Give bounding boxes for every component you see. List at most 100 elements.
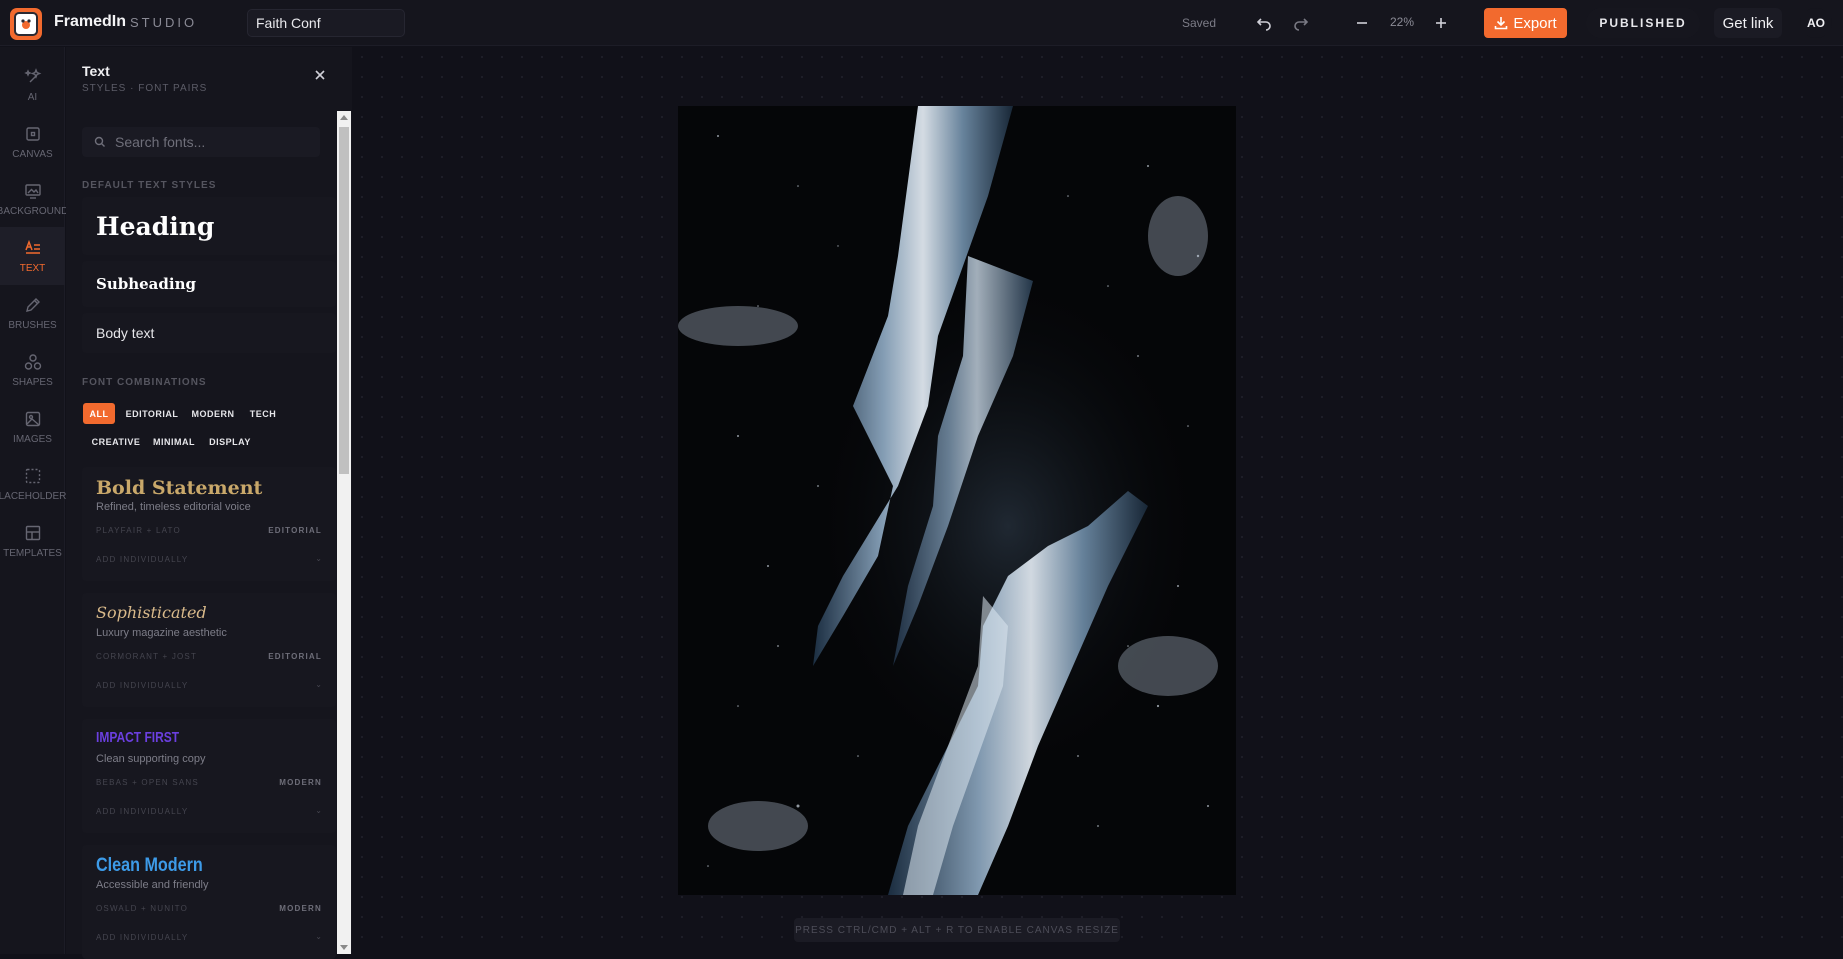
canvas-area[interactable]: PRESS CTRL/CMD + ALT + R TO ENABLE CANVA… <box>352 47 1843 954</box>
rail-label: TEXT <box>19 262 46 274</box>
rail-item-background[interactable]: BACKGROUND <box>0 170 69 228</box>
combo-fonts: CORMORANT + JOST <box>96 652 198 661</box>
rail-label: BRUSHES <box>8 319 57 331</box>
combo-fonts: PLAYFAIR + LATO <box>96 526 181 535</box>
chevron-down-icon[interactable]: ⌄ <box>315 932 322 941</box>
zoom-level: 22% <box>1390 15 1415 29</box>
artboard[interactable] <box>678 106 1236 895</box>
plus-icon <box>1436 18 1446 28</box>
body-style-card[interactable]: Body text <box>82 313 336 353</box>
font-combinations-label: FONT COMBINATIONS <box>82 377 207 388</box>
combo-name: IMPACT FIRST <box>96 729 180 746</box>
save-status: Saved <box>1182 16 1217 30</box>
combo-name: Clean Modern <box>96 855 203 876</box>
combo-desc: Clean supporting copy <box>96 753 206 765</box>
combo-desc: Luxury magazine aesthetic <box>96 627 227 639</box>
filter-chip-all[interactable]: ALL <box>83 403 115 424</box>
download-icon <box>1495 17 1508 30</box>
panel-title: Text <box>82 63 110 79</box>
redo-icon <box>1294 18 1309 31</box>
filter-chip-creative[interactable]: CREATIVE <box>90 431 142 452</box>
published-button[interactable]: PUBLISHED <box>1586 8 1700 38</box>
scrollbar-thumb[interactable] <box>339 127 349 474</box>
combo-category: EDITORIAL <box>268 526 322 535</box>
logo-mark-icon <box>14 12 38 36</box>
rail-item-canvas[interactable]: CANVAS <box>0 113 65 171</box>
scroll-up-icon[interactable] <box>340 115 348 120</box>
export-label: Export <box>1513 14 1557 32</box>
panel-subtitle: STYLES · FONT PAIRS <box>82 83 208 94</box>
rail-item-templates[interactable]: TEMPLATES <box>0 512 65 570</box>
shapes-icon <box>24 353 41 370</box>
tool-rail: AI CANVAS BACKGROUND TEXT BRUSHES SHAPES… <box>0 47 73 954</box>
search-icon <box>94 136 105 147</box>
combo-fonts: BEBAS + OPEN SANS <box>96 778 199 787</box>
combo-card[interactable]: Sophisticated Luxury magazine aesthetic … <box>82 593 336 707</box>
text-panel: Text STYLES · FONT PAIRS DEFAULT TEXT ST… <box>66 47 352 959</box>
rail-label: AI <box>27 91 38 103</box>
rail-item-placeholders[interactable]: PLACEHOLDERS <box>0 455 73 513</box>
square-icon <box>25 126 40 141</box>
zoom-out-button[interactable] <box>1350 11 1374 35</box>
dashed-square-icon <box>25 468 40 483</box>
rail-label: CANVAS <box>12 148 53 160</box>
combo-desc: Accessible and friendly <box>96 879 209 891</box>
rail-item-brushes[interactable]: BRUSHES <box>0 284 65 342</box>
combo-card[interactable]: Clean Modern Accessible and friendly OSW… <box>82 845 336 959</box>
document-title-input[interactable] <box>247 9 405 37</box>
close-panel-button[interactable] <box>312 67 328 83</box>
add-individually-toggle[interactable]: ADD INDIVIDUALLY <box>96 681 188 690</box>
combo-category: MODERN <box>279 904 322 913</box>
combo-desc: Refined, timeless editorial voice <box>96 501 251 513</box>
add-individually-toggle[interactable]: ADD INDIVIDUALLY <box>96 555 188 564</box>
user-avatar[interactable]: AO <box>1800 8 1832 38</box>
rail-item-images[interactable]: IMAGES <box>0 398 65 456</box>
rail-item-text[interactable]: TEXT <box>0 227 65 285</box>
filter-chip-modern[interactable]: MODERN <box>187 403 239 424</box>
filter-chip-display[interactable]: DISPLAY <box>206 431 254 452</box>
filter-chip-minimal[interactable]: MINIMAL <box>148 431 200 452</box>
combo-fonts: OSWALD + NUNITO <box>96 904 189 913</box>
image-frame-icon <box>24 183 41 199</box>
combo-card[interactable]: Bold Statement Refined, timeless editori… <box>82 467 336 581</box>
zoom-in-button[interactable] <box>1429 11 1453 35</box>
combo-category: MODERN <box>279 778 322 787</box>
close-icon <box>315 70 325 80</box>
rail-label: BACKGROUND <box>0 205 69 217</box>
minus-icon <box>1357 22 1367 24</box>
combo-name: Sophisticated <box>96 603 207 622</box>
ice-photo <box>678 106 1236 895</box>
combo-category: EDITORIAL <box>268 652 322 661</box>
filter-chip-tech[interactable]: TECH <box>245 403 281 424</box>
add-individually-toggle[interactable]: ADD INDIVIDUALLY <box>96 807 188 816</box>
chevron-down-icon[interactable]: ⌄ <box>315 554 322 563</box>
pen-icon <box>25 297 40 312</box>
chevron-down-icon[interactable]: ⌄ <box>315 680 322 689</box>
app-logo[interactable] <box>10 8 42 40</box>
subheading-style-card[interactable]: Subheading <box>82 261 336 307</box>
panel-scrollbar[interactable] <box>337 111 351 954</box>
rail-item-ai[interactable]: AI <box>0 56 65 114</box>
undo-button[interactable] <box>1252 11 1276 35</box>
rail-item-shapes[interactable]: SHAPES <box>0 341 65 399</box>
scroll-down-icon[interactable] <box>340 945 348 950</box>
export-button[interactable]: Export <box>1484 8 1567 38</box>
redo-button[interactable] <box>1289 11 1313 35</box>
rail-label: IMAGES <box>13 433 52 445</box>
image-icon <box>25 411 40 426</box>
brand-name: FramedIn <box>54 13 127 30</box>
heading-style-card[interactable]: Heading <box>82 197 336 255</box>
combo-card[interactable]: IMPACT FIRST Clean supporting copy BEBAS… <box>82 719 336 833</box>
filter-chip-editorial[interactable]: EDITORIAL <box>123 403 181 424</box>
brand-subtitle: STUDIO <box>130 15 198 30</box>
top-bar: FramedIn STUDIO Saved 22% Export PUBLISH… <box>0 0 1843 46</box>
undo-icon <box>1256 18 1271 31</box>
font-search-input[interactable] <box>115 134 295 150</box>
add-individually-toggle[interactable]: ADD INDIVIDUALLY <box>96 933 188 942</box>
chevron-down-icon[interactable]: ⌄ <box>315 806 322 815</box>
get-link-button[interactable]: Get link <box>1714 8 1782 38</box>
sparkles-icon <box>23 67 41 82</box>
font-search[interactable] <box>82 127 320 157</box>
default-styles-label: DEFAULT TEXT STYLES <box>82 180 217 191</box>
rail-label: PLACEHOLDERS <box>0 490 74 502</box>
